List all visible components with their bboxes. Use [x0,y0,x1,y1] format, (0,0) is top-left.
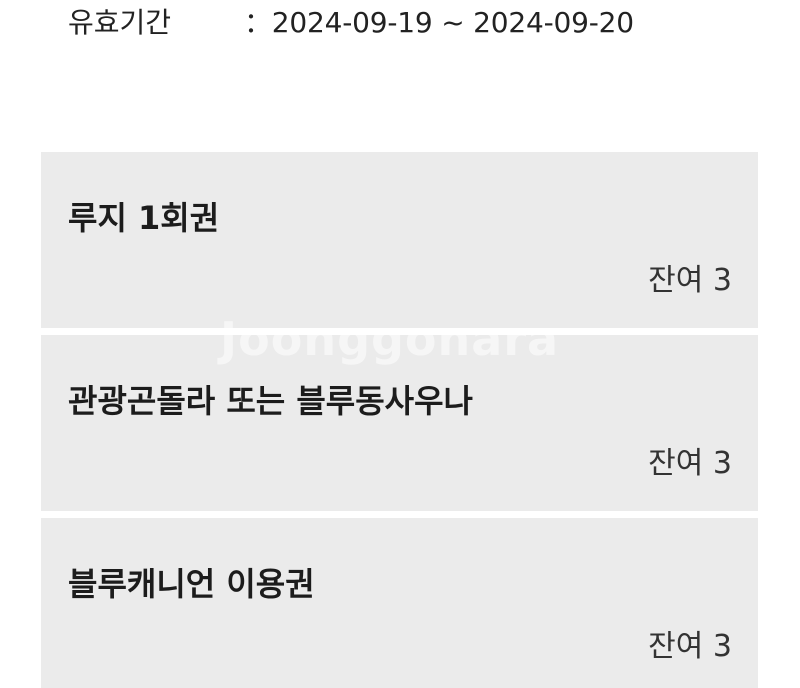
ticket-card-luge[interactable]: 루지 1회권 잔여 3 [41,152,758,328]
validity-period: 유효기간 ：2024-09-19 ~ 2024-09-20 [68,0,634,42]
ticket-card-blue-canyon[interactable]: 블루캐니언 이용권 잔여 3 [41,518,758,688]
validity-label: 유효기간 [68,6,172,39]
ticket-remaining-count: 잔여 3 [648,446,732,481]
ticket-remaining-count: 잔여 3 [648,629,732,664]
ticket-name: 관광곤돌라 또는 블루동사우나 [68,382,474,420]
ticket-name: 루지 1회권 [68,199,220,237]
ticket-name: 블루캐니언 이용권 [68,565,315,603]
ticket-remaining-count: 잔여 3 [648,263,732,298]
validity-date-range: ：2024-09-19 ~ 2024-09-20 [244,6,634,39]
ticket-card-gondola-or-sauna[interactable]: 관광곤돌라 또는 블루동사우나 잔여 3 [41,335,758,511]
